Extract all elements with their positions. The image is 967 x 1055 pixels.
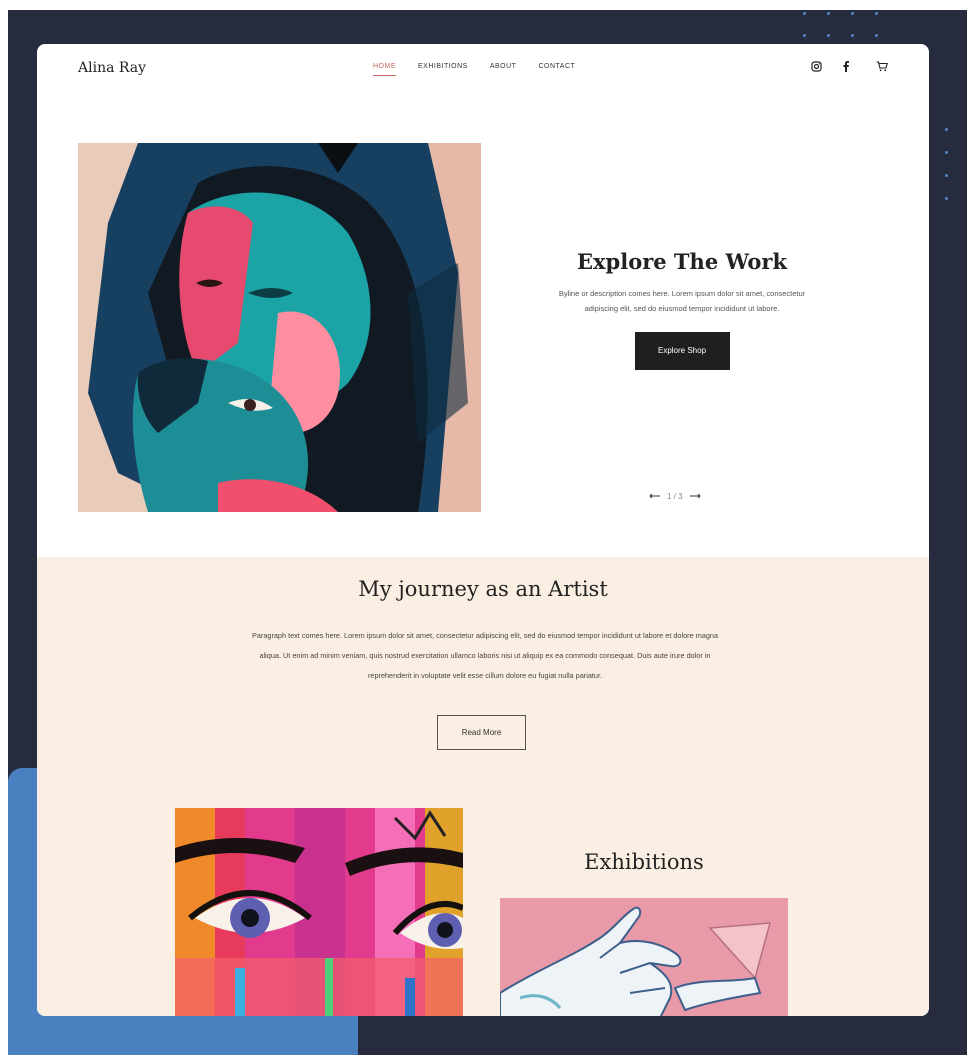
website-card: Alina Ray HOME EXHIBITIONS ABOUT CONTACT [37,44,929,1016]
main-nav: HOME EXHIBITIONS ABOUT CONTACT [373,63,575,76]
colorful-eyes-painting-image [175,808,463,1016]
cart-icon[interactable] [875,58,889,74]
presentation-frame: Alina Ray HOME EXHIBITIONS ABOUT CONTACT [8,10,967,1055]
hero-text-block: Explore The Work Byline or description c… [544,249,820,370]
nav-exhibitions[interactable]: EXHIBITIONS [418,63,468,76]
brand-logo[interactable]: Alina Ray [78,60,146,76]
hero-description: Byline or description comes here. Lorem … [558,289,806,313]
journey-paragraph: Paragraph text comes here. Lorem ipsum d… [251,631,719,681]
read-more-button[interactable]: Read More [437,715,526,750]
hero-title: Explore The Work [577,249,787,274]
exhibitions-title: Exhibitions [584,850,704,874]
slider-pager: 1 / 3 [649,492,701,501]
hands-mural-image [500,898,788,1016]
header-icons [809,58,889,74]
slide-counter: 1 / 3 [667,492,683,501]
arrow-left-icon[interactable] [649,492,661,501]
hero-portrait-image [78,143,481,512]
journey-section: My journey as an Artist Paragraph text c… [37,557,929,1016]
facebook-icon[interactable] [839,58,853,74]
explore-shop-button[interactable]: Explore Shop [634,332,730,370]
arrow-right-icon[interactable] [689,492,701,501]
instagram-icon[interactable] [809,58,823,74]
nav-about[interactable]: ABOUT [490,63,517,76]
journey-title: My journey as an Artist [358,577,608,601]
nav-home[interactable]: HOME [373,63,396,76]
nav-contact[interactable]: CONTACT [538,63,575,76]
